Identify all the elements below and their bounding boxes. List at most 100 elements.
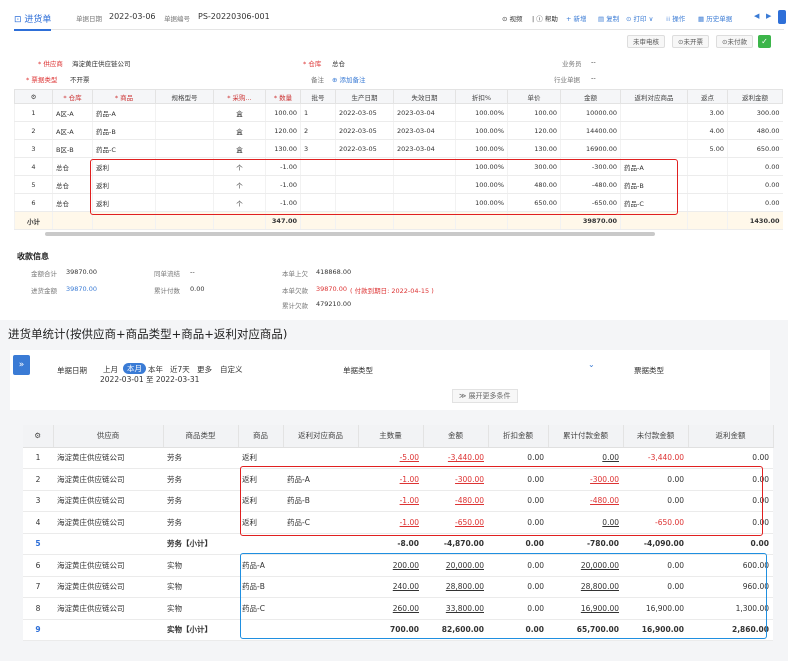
table-cell[interactable]: B区-B <box>52 139 93 158</box>
table-cell[interactable] <box>155 139 214 158</box>
save-button[interactable] <box>778 10 786 24</box>
column-header[interactable]: 返利对应商品 <box>620 89 688 104</box>
column-header[interactable]: * 仓库 <box>52 89 93 104</box>
column-header[interactable]: 生产日期 <box>335 89 394 104</box>
table-cell[interactable]: 5.00 <box>687 139 728 158</box>
table-cell[interactable]: 2023-03-04 <box>393 139 456 158</box>
table-cell[interactable]: A区-A <box>52 103 93 122</box>
table-cell[interactable]: 14400.00 <box>560 121 621 140</box>
table-cell[interactable]: 130.00 <box>507 139 561 158</box>
table-cell[interactable]: 盒 <box>213 121 266 140</box>
table-cell[interactable]: 300.00 <box>727 103 783 122</box>
table-cell[interactable]: 2022-03-05 <box>335 103 394 122</box>
table-cell[interactable]: 130.00 <box>265 139 301 158</box>
table-cell[interactable] <box>52 211 93 230</box>
table-cell[interactable]: 2 <box>300 121 336 140</box>
table-cell[interactable]: 100.00% <box>455 103 508 122</box>
expand-sidebar-icon[interactable]: » <box>13 355 30 375</box>
column-header[interactable]: 单价 <box>507 89 561 104</box>
audit-button[interactable]: 未审电核 <box>627 35 665 48</box>
column-header[interactable]: 规格型号 <box>155 89 214 104</box>
table-cell[interactable]: 2023-03-04 <box>393 121 456 140</box>
column-header[interactable]: 批号 <box>300 89 336 104</box>
table-cell[interactable]: 10000.00 <box>560 103 621 122</box>
column-header[interactable]: 金额 <box>423 425 489 448</box>
column-header[interactable]: * 商品 <box>92 89 156 104</box>
subtotal-row[interactable]: 5 劳务【小计】 -8.00 -4,870.00 0.00 -780.00 -4,090.0… <box>23 533 773 555</box>
table-cell[interactable] <box>155 103 214 122</box>
column-header[interactable]: 返利金额 <box>688 425 774 448</box>
table-cell[interactable] <box>687 175 728 194</box>
operate-button[interactable]: ⁞⁞ 操作 <box>666 13 685 23</box>
history-button[interactable]: ▦ 历史单据 <box>698 13 732 23</box>
table-cell[interactable]: A区-A <box>52 121 93 140</box>
table-row[interactable]: 2 A区-A 药品-B 盒 120.00 2 2022-03-05 2023-03-04 100… <box>14 121 783 140</box>
column-header[interactable]: 未付款金额 <box>623 425 689 448</box>
table-cell[interactable] <box>620 121 688 140</box>
table-cell[interactable] <box>620 139 688 158</box>
remark-link[interactable]: ⊕ 添加备注 <box>332 74 366 84</box>
table-row[interactable]: 3 B区-B 药品-C 盒 130.00 3 2022-03-05 2023-03-04 100… <box>14 139 783 158</box>
table-cell[interactable]: 总仓 <box>52 157 93 176</box>
settings-gear-icon[interactable]: ⚙ <box>23 425 54 448</box>
help-button[interactable]: | ⓘ 帮助 <box>532 13 558 23</box>
table-cell[interactable]: 100.00 <box>265 103 301 122</box>
column-header[interactable]: 供应商 <box>53 425 164 448</box>
table-cell[interactable]: 药品-C <box>92 139 156 158</box>
date-opt-custom[interactable]: 自定义 <box>220 364 243 375</box>
table-cell[interactable]: 3 <box>300 139 336 158</box>
invoice-status-button[interactable]: ⊙未开票 <box>672 35 709 48</box>
table-cell[interactable]: 2022-03-05 <box>335 139 394 158</box>
table-row[interactable]: 1 A区-A 药品-A 盒 100.00 1 2022-03-05 2023-03-04 100… <box>14 103 783 122</box>
table-cell[interactable]: 总仓 <box>52 193 93 212</box>
column-header[interactable]: * 采购... <box>213 89 266 104</box>
horizontal-scrollbar[interactable] <box>45 232 655 236</box>
table-cell[interactable]: 100.00% <box>455 139 508 158</box>
table-cell[interactable]: 盒 <box>213 103 266 122</box>
table-cell[interactable]: 120.00 <box>507 121 561 140</box>
table-cell[interactable]: 0.00 <box>727 157 783 176</box>
column-header[interactable]: * 数量 <box>265 89 301 104</box>
column-header[interactable]: 商品类型 <box>163 425 239 448</box>
table-cell[interactable]: 2022-03-05 <box>335 121 394 140</box>
column-header[interactable]: 商品 <box>238 425 284 448</box>
table-cell[interactable]: 16900.00 <box>560 139 621 158</box>
column-header[interactable]: 折扣% <box>455 89 508 104</box>
table-cell[interactable]: 药品-A <box>92 103 156 122</box>
column-header[interactable]: 返利对应商品 <box>283 425 359 448</box>
table-cell[interactable] <box>687 211 728 230</box>
print-button[interactable]: ⊙ 打印 ∨ <box>626 13 653 23</box>
column-header[interactable]: 累计付款金额 <box>548 425 624 448</box>
column-header[interactable]: 失效日期 <box>393 89 456 104</box>
table-cell[interactable]: 盒 <box>213 139 266 158</box>
video-button[interactable]: ⊙ 视频 <box>502 13 523 23</box>
date-opt-this-month[interactable]: 本月 <box>123 363 146 374</box>
payment-status-button[interactable]: ⊙未付款 <box>716 35 753 48</box>
table-cell[interactable]: 0.00 <box>727 175 783 194</box>
prev-arrow-icon[interactable]: ◀ <box>754 12 759 20</box>
expand-more-button[interactable]: ≫ 展开更多条件 <box>452 389 518 403</box>
table-cell[interactable]: 0.00 <box>727 193 783 212</box>
tab-purchase-bill[interactable]: ⊡ 进货单 <box>14 12 52 31</box>
table-cell[interactable]: 100.00% <box>455 121 508 140</box>
table-cell[interactable]: 1 <box>300 103 336 122</box>
table-cell[interactable] <box>687 193 728 212</box>
table-cell[interactable] <box>155 121 214 140</box>
table-cell[interactable]: 4.00 <box>687 121 728 140</box>
column-header[interactable]: 返点 <box>687 89 728 104</box>
column-header[interactable]: 返利金额 <box>727 89 783 104</box>
chevron-down-icon[interactable]: ⌄ <box>588 360 595 369</box>
purchase-amount-value[interactable]: 39870.00 <box>66 285 97 293</box>
warehouse-value[interactable]: 总仓 <box>332 58 345 68</box>
table-cell[interactable]: 3.00 <box>687 103 728 122</box>
table-cell[interactable]: 100.00 <box>507 103 561 122</box>
check-icon[interactable]: ✓ <box>758 35 771 48</box>
bill-type-value[interactable]: 不开票 <box>70 74 90 84</box>
column-header[interactable]: 折扣金额 <box>488 425 549 448</box>
table-cell[interactable]: 总仓 <box>52 175 93 194</box>
table-cell[interactable]: 1430.00 <box>727 211 783 230</box>
settings-gear-icon[interactable]: ⚙ <box>14 89 53 104</box>
table-cell[interactable] <box>620 103 688 122</box>
supplier-value[interactable]: 海淀黄庄供应链公司 <box>72 58 131 68</box>
next-arrow-icon[interactable]: ▶ <box>766 12 771 20</box>
